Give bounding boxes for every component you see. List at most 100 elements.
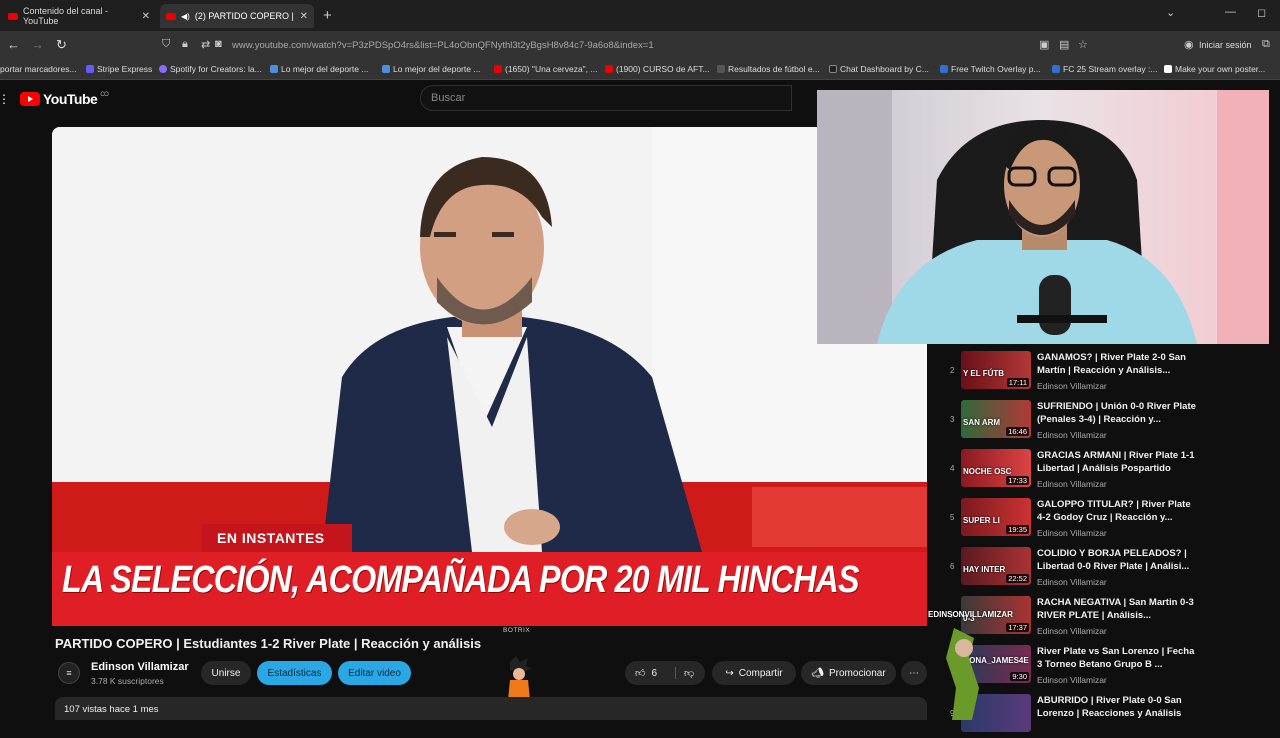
address-bar: ← → ↻ ⛉ 🔒︎ ⇄ ◙ www.youtube.com/watch?v=P… [0, 31, 1280, 59]
stripe-icon [86, 65, 94, 73]
bookmark-item[interactable]: (1650) "Una cerveza", ... [494, 64, 598, 74]
bookmark-item[interactable]: portar marcadores... [0, 64, 77, 74]
shield-icon[interactable]: ⛉ [162, 38, 170, 51]
description-box[interactable]: 107 vistas hace 1 mes [55, 697, 927, 720]
bookmark-item[interactable]: (1900) CURSO de AFT... [605, 64, 710, 74]
promote-button[interactable]: 📣︎ Promocionar [801, 661, 896, 685]
tab-label: (2) PARTIDO COPERO | Estu [194, 11, 295, 21]
playlist-item-title: COLIDIO Y BORJA PELEADOS? | Libertad 0-0… [1037, 548, 1190, 572]
site-icon [940, 65, 948, 73]
tab-label: Contenido del canal - YouTube [23, 6, 109, 26]
bookmarks-bar: portar marcadores... Stripe Express Spot… [0, 59, 1280, 80]
playlist-item-title: ABURRIDO | River Plate 0-0 San Lorenzo |… [1037, 695, 1182, 719]
share-button[interactable]: ↪ Compartir [712, 661, 796, 685]
reader-view-icon[interactable]: ▤ [1059, 38, 1069, 51]
forward-arrow-icon[interactable]: → [31, 37, 44, 52]
overlay-watermark: BOTRIX [503, 627, 531, 634]
subscriber-count: 3.78 K suscriptores [91, 676, 164, 686]
streamer-tag: EDINSONVILLAMIZAR [928, 610, 1013, 619]
youtube-play-icon [20, 92, 40, 106]
edit-video-button[interactable]: Editar video [338, 661, 411, 685]
bookmark-item[interactable]: Lo mejor del deporte ... [270, 64, 368, 74]
sign-in-button[interactable]: Iniciar sesión [1199, 40, 1252, 50]
menu-icon[interactable]: ⋮ [0, 92, 10, 106]
bookmark-item[interactable]: FC 25 Stream overlay :... [1052, 64, 1157, 74]
url-input[interactable]: www.youtube.com/watch?v=P3zPDSpO4rs&list… [232, 40, 654, 51]
bookmark-item[interactable]: Lo mejor del deporte ... [382, 64, 480, 74]
spotify-icon [159, 65, 167, 73]
site-icon [1052, 65, 1060, 73]
permissions-icon[interactable]: ⇄ [201, 38, 210, 51]
browser-tab-bar: Contenido del canal - YouTube ✕ ◀) (2) P… [0, 0, 1280, 31]
channel-avatar[interactable]: ≡ [58, 662, 80, 684]
playlist-item-title: SUFRIENDO | Unión 0-0 River Plate (Penal… [1037, 401, 1196, 425]
minimize-icon[interactable]: — [1225, 6, 1236, 18]
extensions-icon[interactable]: ⧉ [1262, 38, 1270, 51]
video-title: PARTIDO COPERO | Estudiantes 1-2 River P… [55, 636, 482, 651]
close-icon[interactable]: ✕ [142, 11, 150, 22]
bookmark-item[interactable]: Chat Dashboard by C... [829, 64, 929, 74]
youtube-favicon-icon [494, 65, 502, 73]
close-icon[interactable]: ✕ [300, 11, 308, 22]
tab-channel-content[interactable]: Contenido del canal - YouTube ✕ [2, 4, 156, 28]
playlist-item[interactable]: 9 ABURRIDO | River Plate 0-0 San Lorenzo… [945, 689, 1223, 738]
overlay-character-art [946, 628, 979, 720]
tab-current-video[interactable]: ◀) (2) PARTIDO COPERO | Estu ✕ [160, 4, 314, 28]
site-icon [717, 65, 725, 73]
bookmark-item[interactable]: Spotify for Creators: la... [159, 64, 262, 74]
lock-icon[interactable]: 🔒︎ [182, 38, 188, 51]
new-tab-button[interactable]: + [323, 7, 332, 24]
playlist-item[interactable]: 2 Y EL FÚTB 17:11 GANAMOS? | River Plate … [945, 346, 1223, 395]
playlist-item-channel: Edinson Villamizar [1037, 430, 1107, 440]
bookmark-item[interactable]: Resultados de fútbol e... [717, 64, 820, 74]
account-icon[interactable]: ◉ [1184, 38, 1194, 51]
playlist-item-channel: Edinson Villamizar [1037, 528, 1107, 538]
video-thumbnail: Y EL FÚTB 17:11 [961, 351, 1031, 389]
playlist-item-title: GALOPPO TITULAR? | River Plate 4-2 Godoy… [1037, 499, 1191, 523]
site-icon [1164, 65, 1172, 73]
playlist-item-title: River Plate vs San Lorenzo | Fecha 3 Tor… [1037, 646, 1195, 670]
back-arrow-icon[interactable]: ← [7, 37, 20, 52]
video-player[interactable]: EN INSTANTES LA SELECCIÓN, ACOMPAÑADA PO… [52, 127, 927, 626]
bookmark-item[interactable]: Stripe Express [86, 64, 152, 74]
youtube-favicon-icon [605, 65, 613, 73]
playlist-item[interactable]: 3 SAN ARM 16:46 SUFRIENDO | Unión 0-0 Riv… [945, 395, 1223, 444]
youtube-favicon-icon [166, 12, 176, 20]
site-icon [829, 65, 837, 73]
bookmark-item[interactable]: Make your own poster... [1164, 64, 1265, 74]
caption-headline: LA SELECCIÓN, ACOMPAÑADA POR 20 MIL HINC… [62, 559, 860, 601]
channel-name[interactable]: Edinson Villamizar [91, 661, 189, 673]
streamer-webcam-art [817, 90, 1269, 344]
reload-icon[interactable]: ↻ [56, 37, 67, 53]
megaphone-icon: 📣︎ [811, 667, 824, 679]
join-button[interactable]: Unirse [201, 661, 251, 685]
playlist-item-channel: Edinson Villamizar [1037, 577, 1107, 587]
share-icon: ↪ [725, 667, 734, 679]
playlist-item[interactable]: 4 NOCHE OSC 17:33 GRACIAS ARMANI | River … [945, 444, 1223, 493]
bookmark-star-icon[interactable]: ☆ [1078, 38, 1088, 51]
camera-icon[interactable]: ◙ [215, 38, 222, 50]
thumbs-down-icon[interactable]: 👎︎ [675, 667, 694, 679]
playlist-item[interactable]: 6 HAY INTER 22:52 COLIDIO Y BORJA PELEADO… [945, 542, 1223, 591]
maximize-icon[interactable]: ◻ [1257, 6, 1266, 19]
youtube-logo[interactable]: YouTube CO [20, 91, 109, 107]
playlist-item-channel: Edinson Villamizar [1037, 381, 1107, 391]
video-thumbnail: SUPER LI 19:35 [961, 498, 1031, 536]
more-actions-button[interactable]: ⋯ [901, 661, 927, 685]
video-thumbnail: HAY INTER 22:52 [961, 547, 1031, 585]
picture-in-picture-icon[interactable]: ▣ [1039, 38, 1049, 51]
view-count-date: 107 vistas hace 1 mes [64, 704, 159, 715]
youtube-favicon-icon [8, 12, 18, 20]
playlist-item-channel: Edinson Villamizar [1037, 675, 1107, 685]
stats-button[interactable]: Estadísticas [257, 661, 332, 685]
search-input[interactable]: Buscar [420, 85, 792, 111]
playlist-item-channel: Edinson Villamizar [1037, 479, 1107, 489]
thumbs-up-icon[interactable]: 👍︎ [635, 667, 645, 679]
playlist-item-title: GANAMOS? | River Plate 2-0 San Martín | … [1037, 352, 1186, 376]
bookmark-item[interactable]: Free Twitch Overlay p... [940, 64, 1041, 74]
site-icon [382, 65, 390, 73]
playlist-item[interactable]: 5 SUPER LI 19:35 GALOPPO TITULAR? | River… [945, 493, 1223, 542]
playlist-item-title: RACHA NEGATIVA | San Martin 0-3 RIVER PL… [1037, 597, 1194, 621]
tab-list-chevron-icon[interactable]: ⌄ [1166, 6, 1175, 19]
site-icon [270, 65, 278, 73]
